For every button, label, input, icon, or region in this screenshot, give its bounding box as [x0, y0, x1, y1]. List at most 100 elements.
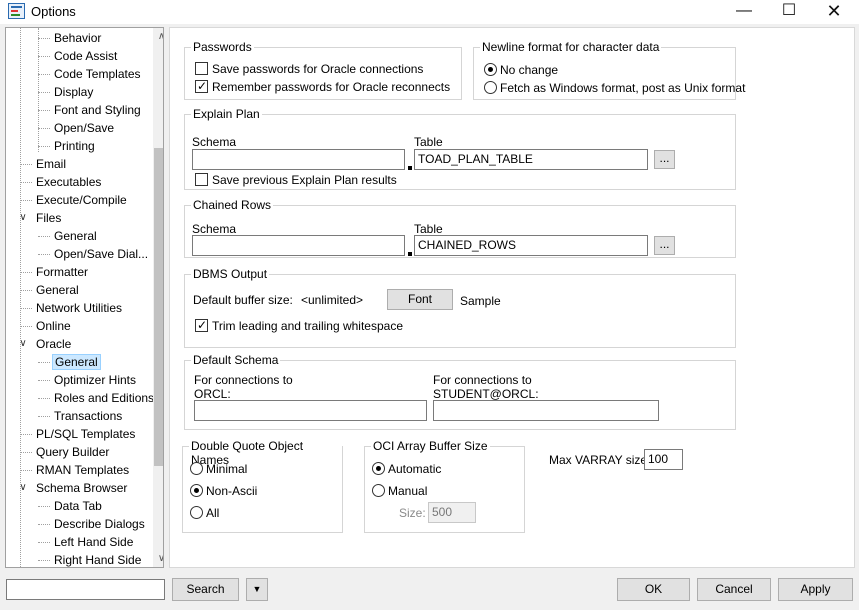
- chained-table-browse-button[interactable]: ...: [654, 236, 675, 255]
- maximize-button[interactable]: ☐: [766, 0, 812, 24]
- default-schema-title: Default Schema: [191, 353, 281, 367]
- conn1-schema-input[interactable]: [194, 400, 427, 421]
- tree-item[interactable]: Online: [34, 317, 73, 335]
- manual-radio[interactable]: [372, 484, 385, 497]
- settings-panel: Passwords Save passwords for Oracle conn…: [169, 27, 855, 568]
- expand-chevron-icon[interactable]: ∨: [17, 209, 29, 227]
- app-icon: [8, 3, 25, 19]
- save-previous-plan-label: Save previous Explain Plan results: [212, 173, 397, 187]
- tree-connector: [38, 254, 50, 255]
- tree-connector: [38, 236, 50, 237]
- scroll-up-icon[interactable]: ∧: [153, 28, 163, 45]
- schema-table-separator: [408, 166, 412, 170]
- trim-whitespace-checkbox[interactable]: [195, 318, 208, 332]
- tree-item-label: PL/SQL Templates: [36, 427, 136, 441]
- tree-item[interactable]: PL/SQL Templates: [34, 425, 137, 443]
- tree-item[interactable]: Describe Dialogs: [52, 515, 147, 533]
- tree-connector: [20, 164, 32, 165]
- no-change-radio[interactable]: [484, 63, 497, 76]
- tree-scrollbar[interactable]: ∧ ∨: [153, 28, 163, 567]
- cancel-button[interactable]: Cancel: [697, 578, 771, 601]
- tree-item-label: Data Tab: [54, 499, 102, 513]
- save-passwords-checkbox[interactable]: [195, 62, 208, 75]
- tree-connector: [38, 506, 50, 507]
- tree-item[interactable]: ∨ Files: [19, 209, 63, 227]
- minimal-radio[interactable]: [190, 462, 203, 475]
- all-radio[interactable]: [190, 506, 203, 519]
- expand-chevron-icon[interactable]: ∨: [17, 335, 29, 353]
- tree-item[interactable]: General: [52, 227, 99, 245]
- remember-passwords-checkbox[interactable]: [195, 79, 208, 93]
- minimize-button[interactable]: —: [721, 0, 767, 24]
- tree-item[interactable]: ∨ Oracle: [19, 335, 73, 353]
- ok-button[interactable]: OK: [617, 578, 690, 601]
- automatic-radio[interactable]: [372, 462, 385, 475]
- tree-item[interactable]: Left Hand Side: [52, 533, 135, 551]
- tree-item[interactable]: Open/Save: [52, 119, 116, 137]
- tree-item-label: Code Assist: [54, 49, 118, 63]
- tree-item[interactable]: Optimizer Hints: [52, 371, 138, 389]
- search-dropdown-icon[interactable]: ▼: [246, 578, 268, 601]
- close-button[interactable]: ✕: [811, 0, 857, 24]
- tree-item[interactable]: Open/Save Dial...: [52, 245, 150, 263]
- tree-item[interactable]: Transactions: [52, 407, 124, 425]
- options-search-input[interactable]: [6, 579, 165, 600]
- explain-schema-label: Schema: [192, 135, 237, 149]
- tree-item[interactable]: Network Utilities: [34, 299, 124, 317]
- default-schema-group: Default Schema For connections to ORCL: …: [184, 353, 736, 430]
- scroll-down-icon[interactable]: ∨: [153, 550, 163, 567]
- chained-table-label: Table: [414, 222, 443, 236]
- non-ascii-radio[interactable]: [190, 484, 203, 497]
- conn2-schema-input[interactable]: [433, 400, 659, 421]
- tree-item[interactable]: General: [34, 281, 81, 299]
- tree-item-label: Execute/Compile: [36, 193, 127, 207]
- tree-item[interactable]: Execute/Compile: [34, 191, 129, 209]
- tree-item[interactable]: Printing: [52, 137, 97, 155]
- tree-item[interactable]: Behavior: [52, 29, 103, 47]
- tree-item[interactable]: Font and Styling: [52, 101, 143, 119]
- save-passwords-label: Save passwords for Oracle connections: [212, 62, 424, 76]
- explain-plan-group: Explain Plan Schema Table TOAD_PLAN_TABL…: [184, 107, 736, 190]
- tree-item[interactable]: RMAN Templates: [34, 461, 131, 479]
- tree-item[interactable]: General: [52, 353, 101, 371]
- save-previous-plan-checkbox[interactable]: [195, 173, 208, 186]
- varray-input[interactable]: 100: [644, 449, 683, 470]
- expand-chevron-icon[interactable]: ∨: [17, 479, 29, 497]
- options-tree[interactable]: Behavior Code Assist Code Templates Display…: [5, 27, 164, 568]
- tree-item[interactable]: Formatter: [34, 263, 90, 281]
- title-bar: Options — ☐ ✕: [0, 0, 859, 24]
- scroll-thumb[interactable]: [154, 148, 163, 466]
- tree-item-label: Roles and Editions: [54, 391, 155, 405]
- tree-item[interactable]: Right Hand Side: [52, 551, 143, 567]
- tree-connector: [38, 74, 50, 75]
- tree-item[interactable]: Query Builder: [34, 443, 111, 461]
- tree-connector: [38, 380, 50, 381]
- tree-connector: [38, 92, 50, 93]
- tree-connector: [20, 308, 32, 309]
- tree-item-label: Oracle: [36, 337, 72, 351]
- chained-table-input[interactable]: CHAINED_ROWS: [414, 235, 648, 256]
- explain-table-input[interactable]: TOAD_PLAN_TABLE: [414, 149, 648, 170]
- search-button[interactable]: Search: [172, 578, 239, 601]
- tree-connector: [38, 560, 50, 561]
- tree-item[interactable]: Display: [52, 83, 95, 101]
- explain-table-browse-button[interactable]: ...: [654, 150, 675, 169]
- tree-item[interactable]: Email: [34, 155, 68, 173]
- tree-item[interactable]: Data Tab: [52, 497, 104, 515]
- tree-item[interactable]: Roles and Editions: [52, 389, 156, 407]
- fetch-windows-radio[interactable]: [484, 81, 497, 94]
- tree-connector: [20, 326, 32, 327]
- tree-item[interactable]: ∨ Schema Browser: [19, 479, 129, 497]
- buffer-size-label: Default buffer size:: [193, 293, 293, 307]
- newline-format-title: Newline format for character data: [480, 40, 662, 54]
- explain-schema-input[interactable]: [192, 149, 405, 170]
- tree-item[interactable]: Executables: [34, 173, 103, 191]
- fetch-windows-label: Fetch as Windows format, post as Unix fo…: [500, 81, 746, 95]
- font-button[interactable]: Font: [387, 289, 453, 310]
- apply-button[interactable]: Apply: [778, 578, 853, 601]
- tree-item-label: General: [54, 229, 97, 243]
- tree-item[interactable]: Code Templates: [52, 65, 143, 83]
- conn2-label-line2: STUDENT@ORCL:: [433, 387, 539, 401]
- chained-schema-input[interactable]: [192, 235, 405, 256]
- tree-item[interactable]: Code Assist: [52, 47, 119, 65]
